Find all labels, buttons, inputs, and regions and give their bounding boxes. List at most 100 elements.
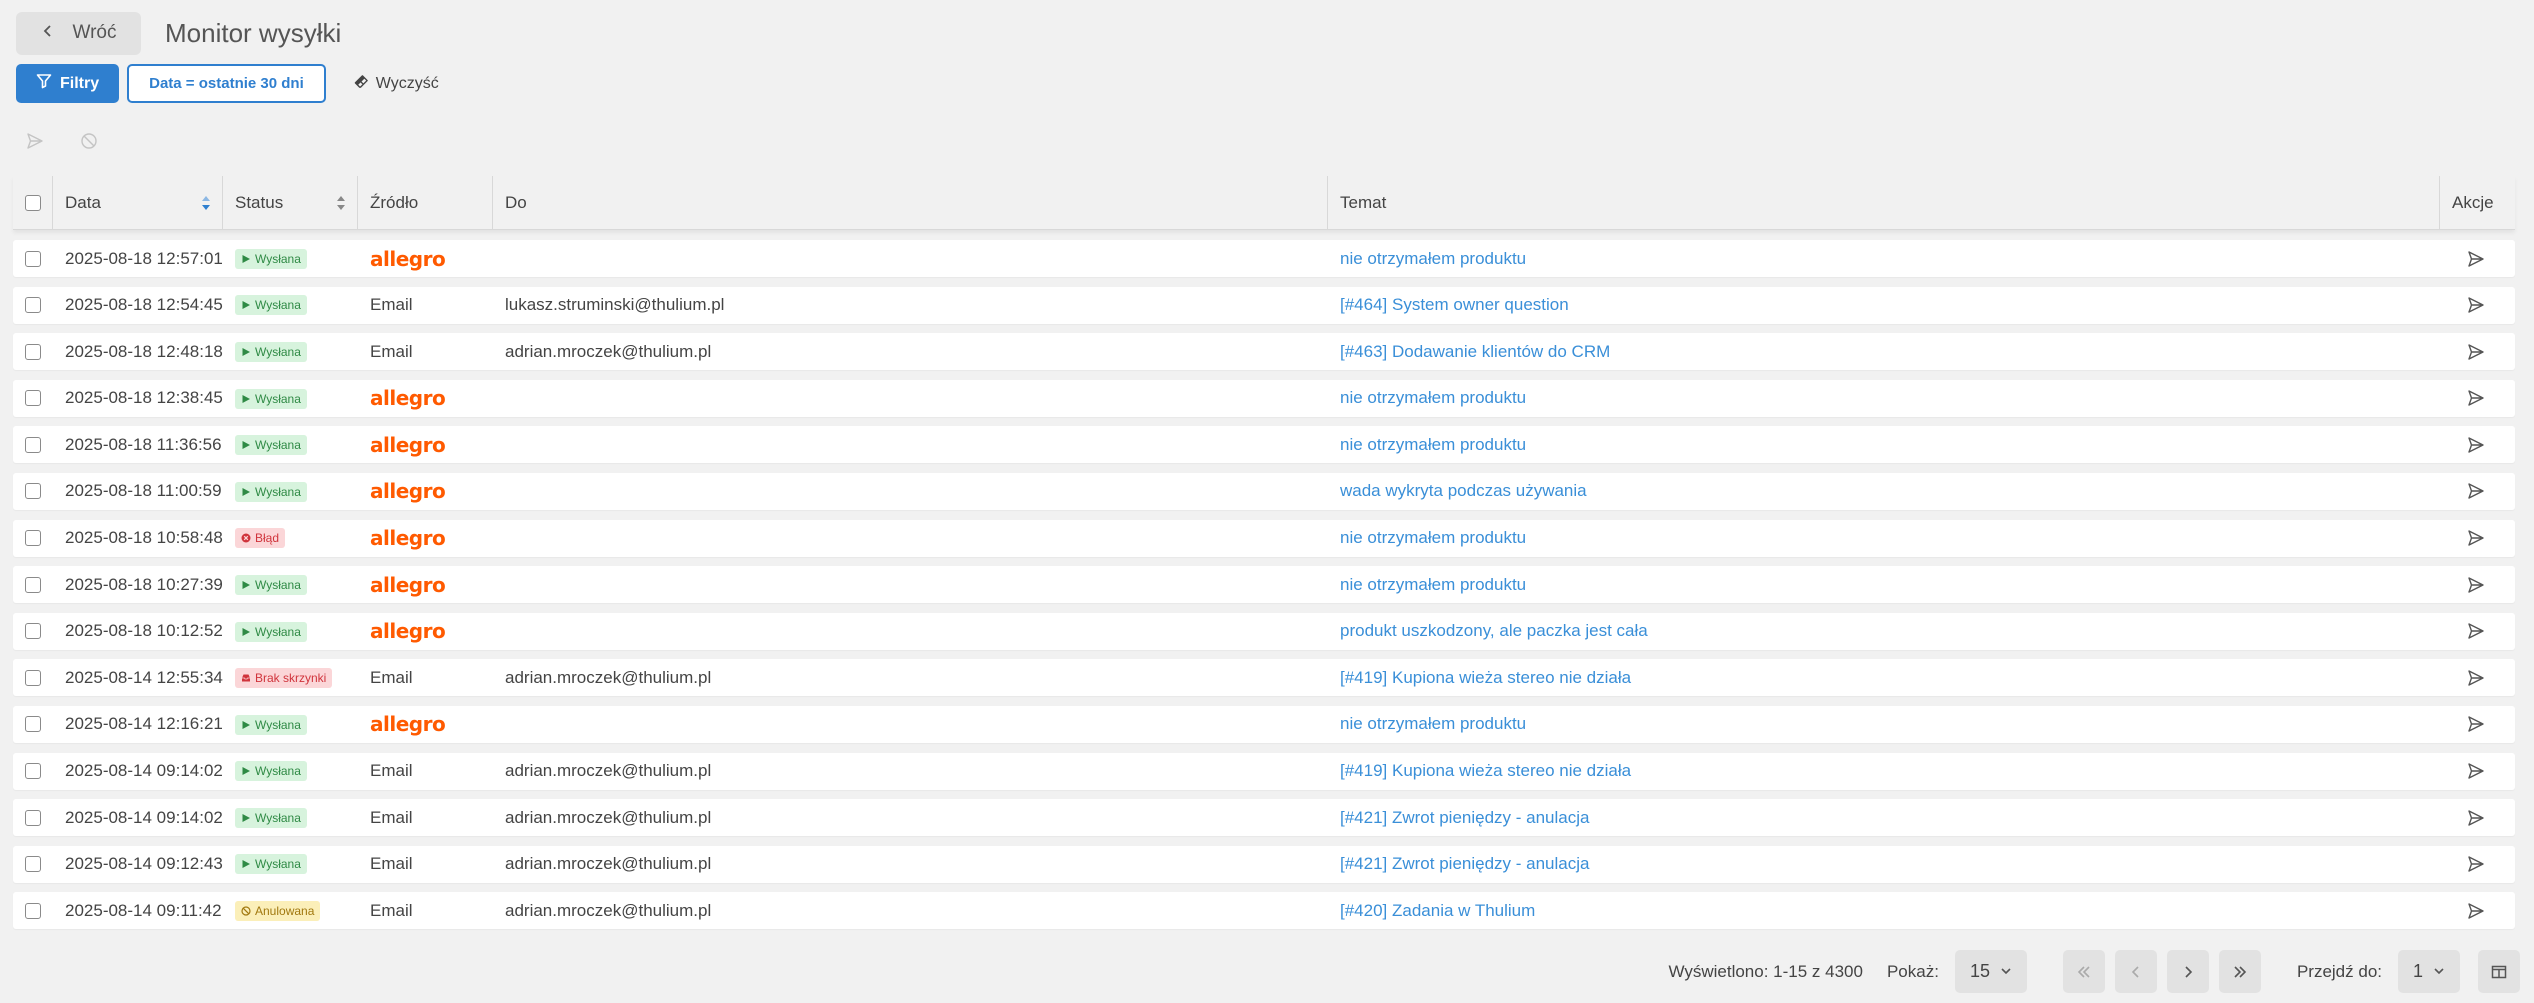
row-subject-link[interactable]: nie otrzymałem produktu (1340, 435, 1526, 454)
row-subject-link[interactable]: nie otrzymałem produktu (1340, 388, 1526, 407)
send-icon[interactable] (2467, 902, 2485, 920)
table-row[interactable]: 2025-08-18 10:12:52 Wysłana allegro prod… (13, 612, 2515, 650)
chevron-right-icon (2185, 965, 2193, 978)
table-row[interactable]: 2025-08-18 11:36:56 Wysłana allegro nie … (13, 426, 2515, 464)
row-checkbox[interactable] (25, 716, 41, 733)
row-subject-cell: nie otrzymałem produktu (1328, 388, 2440, 408)
row-checkbox[interactable] (25, 297, 41, 314)
table-row[interactable]: 2025-08-18 12:57:01 Wysłana allegro nie … (13, 240, 2515, 277)
send-icon[interactable] (2467, 715, 2485, 733)
row-date: 2025-08-14 12:55:34 (65, 667, 223, 687)
table-row[interactable]: 2025-08-18 12:38:45 Wysłana allegro nie … (13, 379, 2515, 417)
send-icon[interactable] (2467, 296, 2485, 314)
send-icon[interactable] (2467, 762, 2485, 780)
table-row[interactable]: 2025-08-18 10:58:48 Błąd allegro nie otr… (13, 519, 2515, 557)
row-subject-link[interactable]: [#419] Kupiona wieża stereo nie działa (1340, 761, 1631, 780)
row-subject-link[interactable]: [#421] Zwrot pieniędzy - anulacja (1340, 854, 1589, 873)
row-subject-link[interactable]: nie otrzymałem produktu (1340, 528, 1526, 547)
row-checkbox[interactable] (25, 763, 41, 780)
column-header-date[interactable]: Data (53, 176, 223, 229)
column-settings-button[interactable] (2478, 950, 2520, 993)
send-icon[interactable] (2467, 669, 2485, 687)
table-row[interactable]: 2025-08-18 11:00:59 Wysłana allegro wada… (13, 472, 2515, 510)
allegro-logo: allegro (370, 619, 446, 644)
row-checkbox[interactable] (25, 343, 41, 360)
row-checkbox[interactable] (25, 856, 41, 873)
row-select-cell (13, 809, 53, 826)
table-row[interactable]: 2025-08-14 09:12:43 Wysłana Email adrian… (13, 845, 2515, 883)
send-icon[interactable] (2467, 855, 2485, 873)
status-badge: Wysłana (235, 295, 307, 316)
source-text: Email (370, 667, 413, 687)
row-source-cell: allegro (358, 386, 493, 410)
table-row[interactable]: 2025-08-18 12:48:18 Wysłana Email adrian… (13, 333, 2515, 371)
send-selected-icon[interactable] (24, 130, 46, 152)
send-icon[interactable] (2467, 622, 2485, 640)
row-subject-cell: nie otrzymałem produktu (1328, 714, 2440, 734)
row-checkbox[interactable] (25, 669, 41, 686)
send-icon[interactable] (2467, 529, 2485, 547)
prev-page-button[interactable] (2114, 950, 2157, 993)
clear-filters-button[interactable]: Wyczyść (334, 64, 459, 103)
table-row[interactable]: 2025-08-14 12:55:34 Brak skrzynki Email … (13, 659, 2515, 697)
row-checkbox[interactable] (25, 530, 41, 547)
row-checkbox[interactable] (25, 623, 41, 640)
row-date: 2025-08-18 12:38:45 (65, 388, 223, 408)
row-subject-link[interactable]: nie otrzymałem produktu (1340, 249, 1526, 268)
allegro-logo: allegro (370, 246, 446, 271)
row-date: 2025-08-18 10:27:39 (65, 574, 223, 594)
status-badge: Wysłana (235, 714, 307, 735)
table-row[interactable]: 2025-08-18 12:54:45 Wysłana Email lukasz… (13, 286, 2515, 324)
row-checkbox[interactable] (25, 390, 41, 407)
column-header-status[interactable]: Status (223, 176, 358, 229)
table-row[interactable]: 2025-08-14 12:16:21 Wysłana allegro nie … (13, 705, 2515, 743)
row-checkbox[interactable] (25, 576, 41, 593)
row-subject-cell: [#420] Zadania w Thulium (1328, 901, 2440, 921)
row-subject-link[interactable]: [#419] Kupiona wieża stereo nie działa (1340, 668, 1631, 687)
row-subject-link[interactable]: nie otrzymałem produktu (1340, 575, 1526, 594)
row-subject-link[interactable]: nie otrzymałem produktu (1340, 714, 1526, 733)
play-icon (241, 300, 251, 310)
row-subject-link[interactable]: [#420] Zadania w Thulium (1340, 901, 1535, 920)
row-checkbox[interactable] (25, 250, 41, 267)
row-actions-cell (2440, 855, 2515, 873)
select-all-checkbox[interactable] (25, 194, 41, 211)
row-actions-cell (2440, 482, 2515, 500)
row-subject-link[interactable]: wada wykryta podczas używania (1340, 481, 1587, 500)
row-checkbox[interactable] (25, 809, 41, 826)
send-icon[interactable] (2467, 343, 2485, 361)
cancel-selected-icon[interactable] (78, 130, 100, 152)
next-page-button[interactable] (2166, 950, 2209, 993)
play-icon (241, 720, 251, 730)
row-recipient: adrian.mroczek@thulium.pl (505, 854, 712, 874)
row-status-cell: Wysłana (223, 295, 358, 316)
page-size-select[interactable]: 15 (1954, 950, 2027, 993)
send-icon[interactable] (2467, 250, 2485, 268)
active-filter-chip[interactable]: Data = ostatnie 30 dni (127, 64, 326, 103)
table-row[interactable]: 2025-08-14 09:11:42 Anulowana Email adri… (13, 892, 2515, 930)
play-icon (241, 627, 251, 637)
row-subject-link[interactable]: produkt uszkodzony, ale paczka jest cała (1340, 621, 1648, 640)
send-icon[interactable] (2467, 436, 2485, 454)
send-icon[interactable] (2467, 482, 2485, 500)
send-icon[interactable] (2467, 389, 2485, 407)
row-source-cell: Email (358, 854, 493, 874)
row-checkbox[interactable] (25, 902, 41, 919)
row-status-cell: Wysłana (223, 248, 358, 269)
back-button[interactable]: Wróć (16, 11, 141, 55)
first-page-button[interactable] (2062, 950, 2105, 993)
send-icon[interactable] (2467, 576, 2485, 594)
table-row[interactable]: 2025-08-14 09:14:02 Wysłana Email adrian… (13, 752, 2515, 790)
row-checkbox[interactable] (25, 483, 41, 500)
row-recipient: adrian.mroczek@thulium.pl (505, 807, 712, 827)
last-page-button[interactable] (2218, 950, 2261, 993)
row-subject-link[interactable]: [#421] Zwrot pieniędzy - anulacja (1340, 808, 1589, 827)
row-checkbox[interactable] (25, 436, 41, 453)
table-row[interactable]: 2025-08-14 09:14:02 Wysłana Email adrian… (13, 799, 2515, 837)
send-icon[interactable] (2467, 809, 2485, 827)
table-row[interactable]: 2025-08-18 10:27:39 Wysłana allegro nie … (13, 566, 2515, 604)
row-subject-link[interactable]: [#464] System owner question (1340, 295, 1569, 314)
goto-page-select[interactable]: 1 (2398, 950, 2460, 993)
row-subject-link[interactable]: [#463] Dodawanie klientów do CRM (1340, 342, 1610, 361)
filters-button[interactable]: Filtry (16, 64, 120, 103)
